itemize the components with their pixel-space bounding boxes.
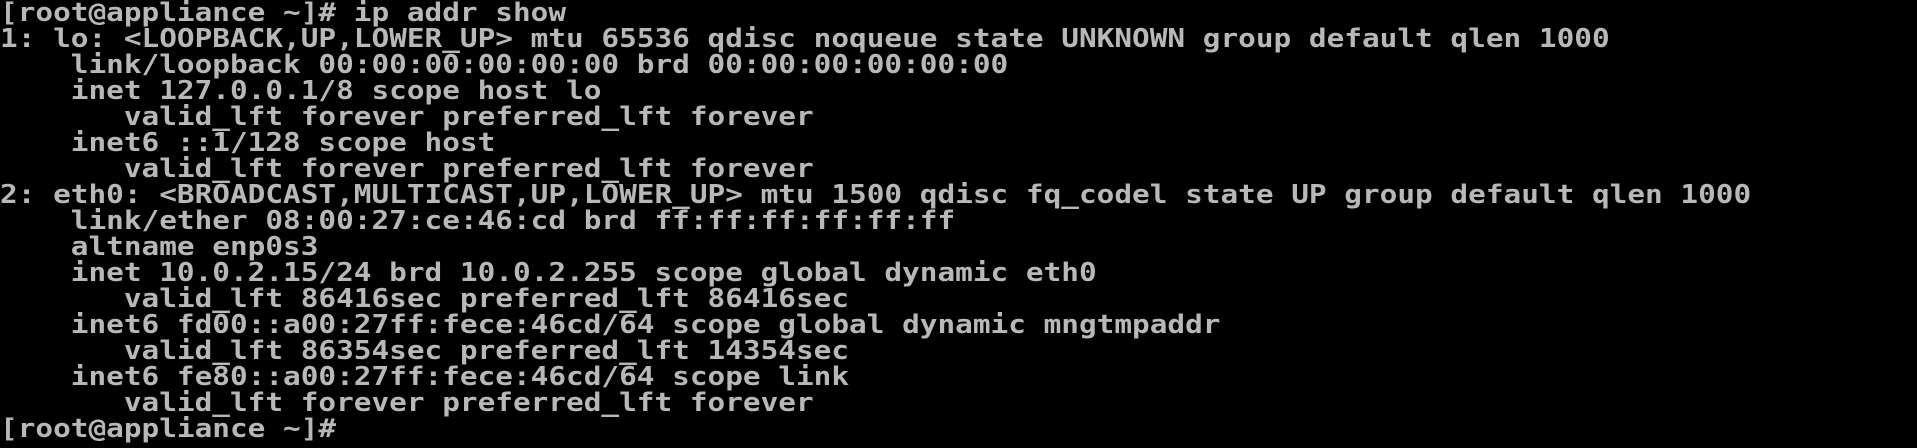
output-line-eth0-inet-lft: valid_lft 86416sec preferred_lft 86416se… xyxy=(0,284,850,314)
output-line-lo-inet-lft: valid_lft forever preferred_lft forever xyxy=(0,102,814,132)
current-prompt-line[interactable]: [root@appliance ~]# xyxy=(0,416,1917,442)
output-line-eth0-header: 2: eth0: <BROADCAST,MULTICAST,UP,LOWER_U… xyxy=(0,180,1752,210)
output-line-lo-inet6: inet6 ::1/128 scope host xyxy=(0,128,496,158)
terminal-console[interactable]: [root@appliance ~]# ip addr show 1: lo: … xyxy=(0,0,1917,448)
output-line-eth0-link: link/ether 08:00:27:ce:46:cd brd ff:ff:f… xyxy=(0,206,956,236)
output-line-lo-link: link/loopback 00:00:00:00:00:00 brd 00:0… xyxy=(0,50,1009,80)
output-line-lo-inet6-lft: valid_lft forever preferred_lft forever xyxy=(0,154,814,184)
output-line-eth0-inet6-global-lft: valid_lft 86354sec preferred_lft 14354se… xyxy=(0,336,850,366)
output-line-eth0-inet6-link: inet6 fe80::a00:27ff:fece:46cd/64 scope … xyxy=(0,362,850,392)
output-line-eth0-altname: altname enp0s3 xyxy=(0,232,319,262)
output-line-eth0-inet: inet 10.0.2.15/24 brd 10.0.2.255 scope g… xyxy=(0,258,1097,288)
output-line-eth0-inet6-link-lft: valid_lft forever preferred_lft forever xyxy=(0,388,814,418)
command-prompt-line: [root@appliance ~]# ip addr show xyxy=(0,0,567,28)
output-line-lo-inet: inet 127.0.0.1/8 scope host lo xyxy=(0,76,602,106)
output-line-lo-header: 1: lo: <LOOPBACK,UP,LOWER_UP> mtu 65536 … xyxy=(0,24,1610,54)
output-line-eth0-inet6-global: inet6 fd00::a00:27ff:fece:46cd/64 scope … xyxy=(0,310,1221,340)
